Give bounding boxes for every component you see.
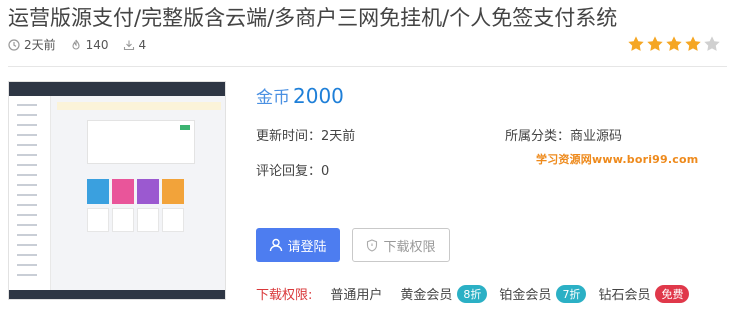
- user-icon: [270, 238, 283, 252]
- rating-stars: [626, 35, 721, 53]
- thumb-topbar: [9, 82, 225, 96]
- watermark-text: 学习资源网www.bori99.com: [536, 153, 699, 166]
- tier-gold-badge: 8折: [457, 284, 488, 303]
- thumb-tile-2c: [137, 208, 159, 232]
- thumb-tile-purple: [137, 179, 159, 204]
- permissions-label: 下载权限:: [256, 288, 313, 303]
- download-permissions: 下载权限: 普通用户 黄金会员 8折 铂金会员 7折 钻石会员 免费: [256, 284, 690, 303]
- thumb-banner: [57, 102, 221, 110]
- thumb-card: [87, 120, 195, 164]
- category-label: 所属分类：: [505, 129, 571, 144]
- tier-platinum: 铂金会员: [499, 288, 552, 303]
- thumb-tile-2d: [162, 208, 184, 232]
- tier-regular: 普通用户: [330, 288, 383, 303]
- category-value[interactable]: 商业源码: [570, 129, 622, 144]
- star-icon: [666, 36, 682, 51]
- thumb-tile-pink: [112, 179, 134, 204]
- download-permission-button[interactable]: 下载权限: [352, 228, 450, 262]
- thumb-tile-2b: [112, 208, 134, 232]
- price-value: 2000: [293, 84, 344, 108]
- star-icon: [628, 36, 644, 51]
- star-icon: [685, 36, 701, 51]
- meta-views: 140: [70, 38, 109, 52]
- post-meta: 2天前 140 4: [8, 36, 160, 53]
- product-thumbnail[interactable]: [8, 81, 226, 300]
- download-button-label: 下载权限: [383, 239, 436, 255]
- thumb-sidebar: [9, 96, 51, 292]
- updated-value: 2天前: [321, 129, 356, 144]
- tier-platinum-badge: 7折: [556, 284, 587, 303]
- thumb-tile-blue: [87, 179, 109, 204]
- meta-downloads: 4: [123, 37, 147, 52]
- meta-time-value: 2天前: [24, 38, 56, 52]
- meta-downloads-value: 4: [138, 37, 147, 52]
- star-icon: [647, 36, 663, 51]
- login-button[interactable]: 请登陆: [256, 228, 340, 262]
- thumb-tile-orange: [162, 179, 184, 204]
- flame-icon: [72, 39, 80, 49]
- clock-icon: [8, 38, 20, 51]
- comments-row: 评论回复：0: [256, 160, 329, 179]
- price: 金币 2000: [256, 83, 344, 108]
- tier-diamond: 钻石会员: [598, 288, 651, 303]
- tier-gold: 黄金会员: [400, 288, 453, 303]
- tier-diamond-badge: 免费: [655, 284, 690, 303]
- divider: [8, 66, 727, 67]
- comments-value: 0: [321, 164, 330, 179]
- thumb-footer: [9, 290, 225, 299]
- shield-icon: [367, 238, 378, 252]
- login-button-label: 请登陆: [287, 239, 327, 255]
- updated-label: 更新时间：: [256, 129, 322, 144]
- comments-label: 评论回复：: [256, 164, 322, 179]
- thumb-tile-2a: [87, 208, 109, 232]
- meta-views-value: 140: [85, 37, 109, 52]
- download-icon: [123, 40, 134, 50]
- meta-time: 2天前: [8, 36, 56, 53]
- star-icon: [704, 36, 720, 51]
- category-row: 所属分类：商业源码: [505, 125, 622, 144]
- updated-row: 更新时间：2天前: [256, 125, 355, 144]
- page-title: 运营版源支付/完整版含云端/多商户三网免挂机/个人免签支付系统: [8, 6, 618, 30]
- price-label: 金币: [256, 88, 290, 108]
